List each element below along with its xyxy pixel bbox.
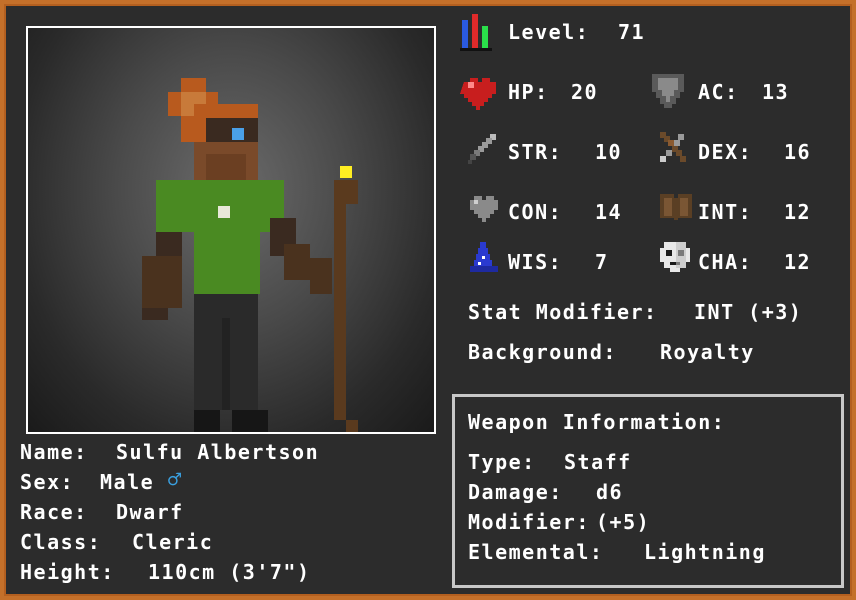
wizard-hat-icon <box>470 242 498 272</box>
height-value: 110cm (3'7") <box>148 560 311 584</box>
ac-value: 13 <box>762 80 790 104</box>
hp-value: 20 <box>571 80 599 104</box>
book-icon <box>660 194 692 220</box>
weapon-damage-value: d6 <box>596 480 624 504</box>
cha-label: CHA: <box>698 250 753 274</box>
str-label: STR: <box>508 140 563 164</box>
stat-modifier-value: INT (+3) <box>694 300 803 324</box>
sword-icon <box>468 134 496 164</box>
cha-value: 12 <box>784 250 812 274</box>
grey-heart-icon <box>470 196 498 222</box>
level-value: 71 <box>618 20 646 44</box>
name-value: Sulfu Albertson <box>116 440 320 464</box>
character-sheet-panel: Level: 71 HP: 20 AC: 13 STR: 10 DEX: 16 … <box>4 4 852 596</box>
weapon-title: Weapon Information: <box>468 410 726 434</box>
mask-icon <box>660 242 690 272</box>
race-value: Dwarf <box>116 500 184 524</box>
background-label: Background: <box>468 340 617 364</box>
weapon-modifier-label: Modifier: <box>468 510 590 534</box>
weapon-type-label: Type: <box>468 450 536 474</box>
character-portrait <box>26 26 436 434</box>
weapon-type-value: Staff <box>564 450 632 474</box>
hp-label: HP: <box>508 80 549 104</box>
male-symbol-icon: ♂ <box>168 468 183 493</box>
con-label: CON: <box>508 200 563 224</box>
wis-value: 7 <box>595 250 609 274</box>
shield-icon <box>652 74 684 108</box>
int-value: 12 <box>784 200 812 224</box>
weapon-modifier-value: (+5) <box>596 510 651 534</box>
level-bars-icon <box>460 14 492 51</box>
weapon-elemental-label: Elemental: <box>468 540 604 564</box>
ac-label: AC: <box>698 80 739 104</box>
heart-icon <box>460 78 496 110</box>
height-label: Height: <box>20 560 115 584</box>
sex-label: Sex: <box>20 470 75 494</box>
class-label: Class: <box>20 530 102 554</box>
dex-label: DEX: <box>698 140 753 164</box>
class-value: Cleric <box>132 530 214 554</box>
dex-value: 16 <box>784 140 812 164</box>
str-value: 10 <box>595 140 623 164</box>
con-value: 14 <box>595 200 623 224</box>
race-label: Race: <box>20 500 88 524</box>
bow-icon <box>660 132 686 162</box>
weapon-elemental-value: Lightning <box>644 540 766 564</box>
weapon-damage-label: Damage: <box>468 480 563 504</box>
character-sprite <box>142 78 358 432</box>
wis-label: WIS: <box>508 250 563 274</box>
background-value: Royalty <box>660 340 755 364</box>
level-label: Level: <box>508 20 590 44</box>
stat-modifier-label: Stat Modifier: <box>468 300 658 324</box>
name-label: Name: <box>20 440 88 464</box>
int-label: INT: <box>698 200 753 224</box>
sex-value: Male <box>100 470 155 494</box>
